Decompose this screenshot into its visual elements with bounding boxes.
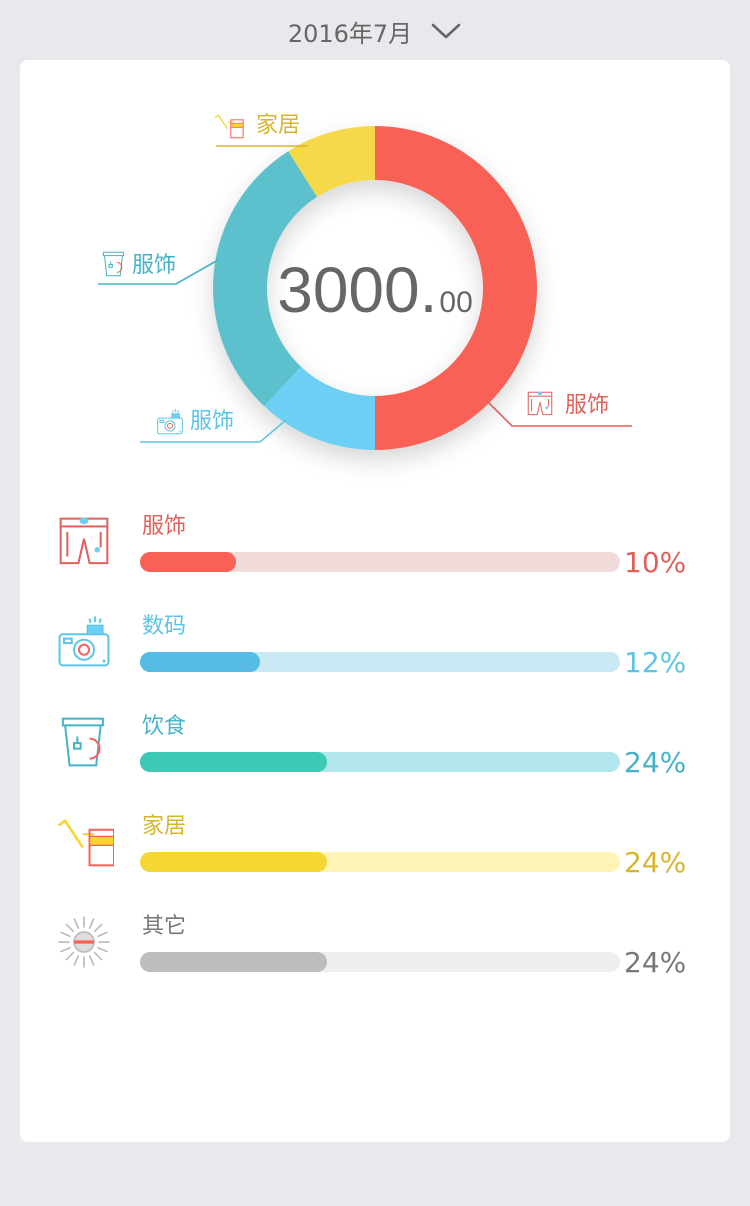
center-total-cents: 00 (439, 286, 472, 319)
category-percent: 10% (624, 546, 687, 579)
callout-line (485, 399, 632, 427)
slice-label: 服饰 (190, 409, 234, 434)
progress-fill (140, 552, 236, 572)
progress-track (140, 652, 620, 672)
sun-icon (54, 912, 114, 972)
donut-chart: 服饰服饰服饰家居 3000.00 (98, 113, 632, 451)
center-total: 3000.00 (277, 254, 473, 326)
progress-track (140, 552, 620, 572)
category-row[interactable]: 饮食 24% (20, 708, 730, 798)
progress-fill (140, 752, 328, 772)
chevron-down-icon (431, 23, 461, 39)
progress-track (140, 852, 620, 872)
report-card: 服饰 服饰 服饰 家居 3000.00 服饰 10% 数码 12% 饮食 24% 家居 24% 其它 2… (20, 60, 730, 1142)
category-name: 服饰 (142, 514, 187, 539)
progress-track (140, 952, 620, 972)
center-total-main: 3000. (277, 254, 437, 326)
watering-can-icon (54, 812, 115, 872)
category-name: 其它 (142, 914, 187, 939)
progress-fill (140, 652, 260, 672)
category-row[interactable]: 家居 24% (20, 808, 730, 898)
shorts-icon (527, 391, 553, 416)
category-row[interactable]: 其它 24% (20, 908, 730, 998)
slice-label: 服饰 (565, 393, 609, 418)
category-percent: 24% (624, 746, 687, 779)
cup-icon (102, 251, 125, 277)
cup-icon (54, 712, 114, 772)
progress-fill (140, 852, 328, 872)
progress-track (140, 752, 620, 772)
category-name: 饮食 (142, 714, 187, 739)
category-percent: 24% (624, 846, 687, 879)
month-label: 2016年7月 (287, 19, 413, 48)
category-name: 数码 (142, 614, 187, 639)
category-percent: 24% (624, 946, 687, 979)
camera-icon (157, 409, 183, 435)
month-selector[interactable]: 2016年7月 (0, 0, 750, 62)
category-row[interactable]: 服饰 10% (20, 508, 730, 598)
slice-label: 服饰 (132, 253, 176, 278)
camera-icon (54, 612, 114, 672)
category-row[interactable]: 数码 12% (20, 608, 730, 698)
category-percent: 12% (624, 646, 687, 679)
shorts-icon (54, 512, 114, 572)
category-name: 家居 (142, 814, 187, 839)
watering-can-icon (214, 114, 244, 139)
slice-label: 家居 (256, 113, 300, 138)
progress-fill (140, 952, 328, 972)
